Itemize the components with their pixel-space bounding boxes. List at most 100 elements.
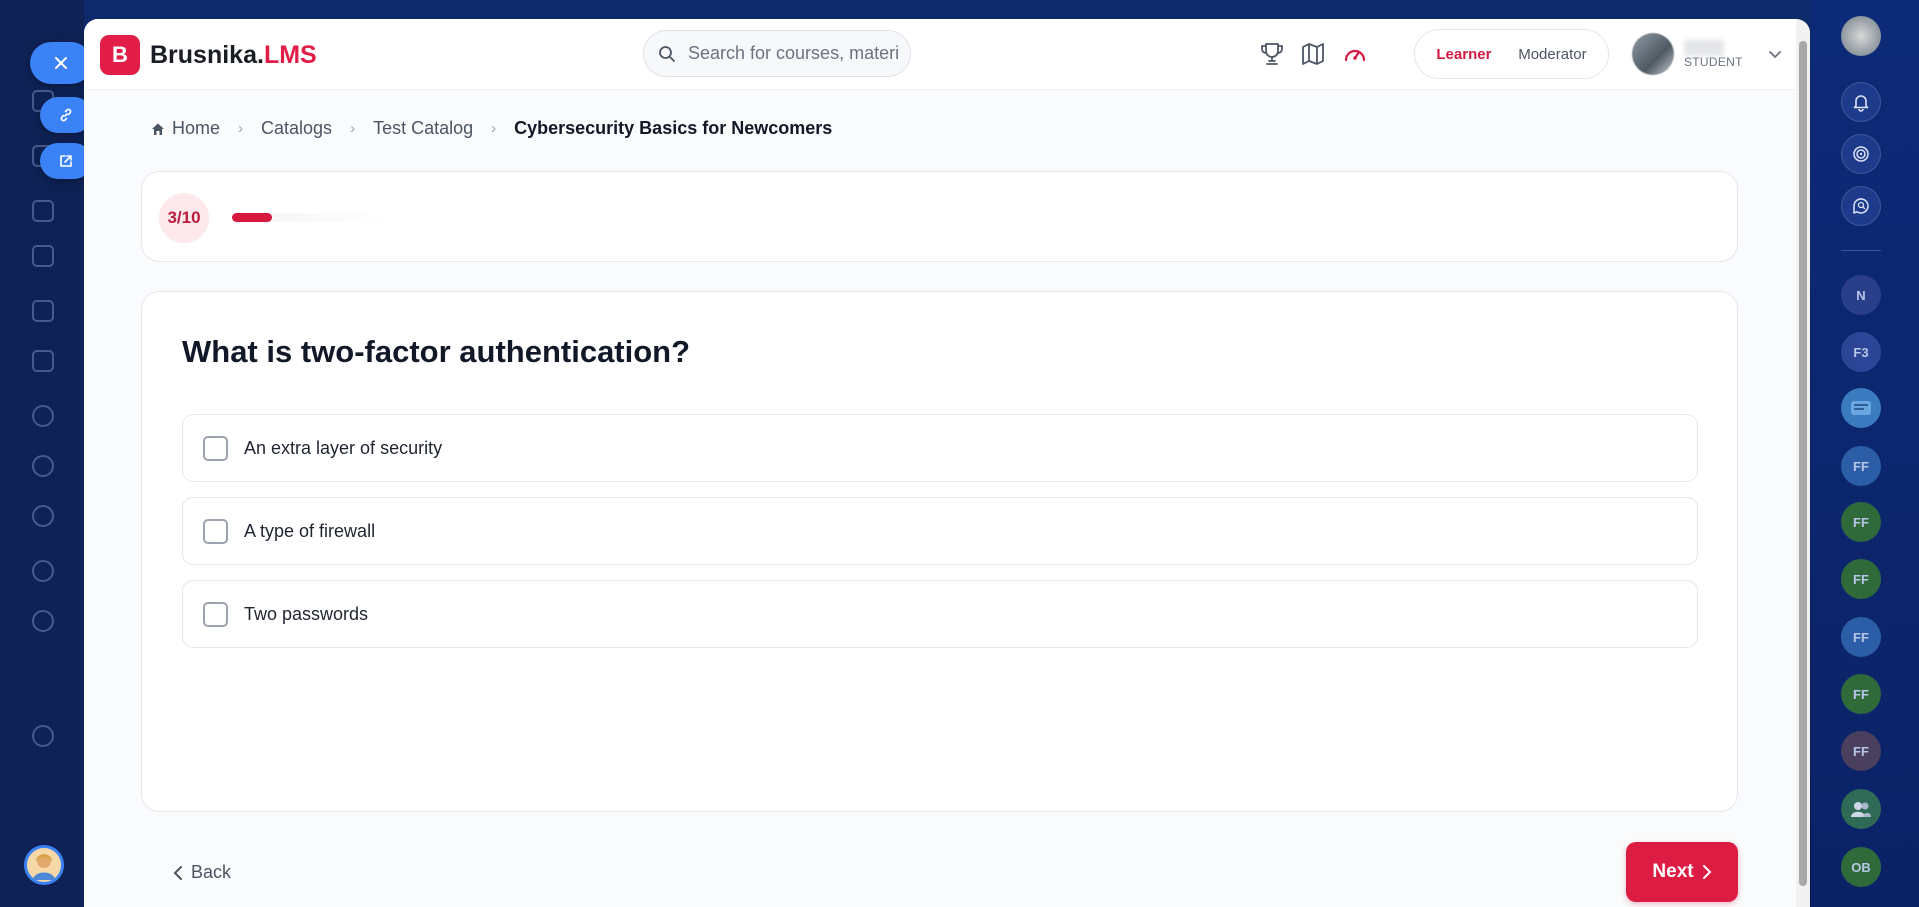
dim-sidebar-icon	[32, 560, 54, 582]
trophy-icon	[1261, 43, 1283, 65]
chevron-right-icon	[1702, 865, 1712, 879]
dashboard-button[interactable]	[1340, 39, 1370, 69]
fingerprint-icon	[1853, 146, 1869, 162]
breadcrumb-catalogs[interactable]: Catalogs	[261, 118, 332, 139]
chevron-down-icon	[1768, 46, 1781, 62]
chevron-left-icon	[173, 865, 182, 880]
dim-sidebar-icon	[32, 405, 54, 427]
rail-chat-ff[interactable]: FF	[1841, 446, 1881, 486]
user-name-blurred: ▒▒▒▒	[1684, 39, 1724, 55]
rail-group-button[interactable]	[1841, 789, 1881, 829]
home-icon	[152, 123, 164, 135]
background-sidebar	[0, 0, 84, 907]
rail-item-label: FF	[1853, 686, 1869, 702]
map-icon	[1302, 43, 1324, 65]
answer-checkbox[interactable]	[203, 601, 228, 627]
answer-option[interactable]: Two passwords	[182, 580, 1698, 648]
left-user-avatar[interactable]	[24, 845, 64, 885]
dim-sidebar-icon	[32, 725, 54, 747]
role-switch: Learner Moderator	[1414, 29, 1609, 79]
rail-chat-ff[interactable]: FF	[1841, 617, 1881, 657]
question-card: What is two-factor authentication? An ex…	[141, 291, 1738, 812]
rail-chat-n[interactable]: N	[1841, 275, 1881, 315]
external-link-icon	[60, 155, 72, 167]
brand-main: Brusnika.	[150, 41, 264, 69]
answer-checkbox[interactable]	[203, 518, 228, 544]
next-button[interactable]: Next	[1626, 842, 1738, 902]
scrollbar[interactable]	[1796, 19, 1810, 907]
lms-window: B Brusnika.LMS Learner Moderator ▒▒▒▒ ST…	[84, 19, 1810, 907]
rail-item-label: FF	[1853, 629, 1869, 645]
back-label: Back	[191, 862, 232, 882]
progress-bar-fill	[232, 213, 272, 222]
progress-bar	[232, 213, 392, 222]
breadcrumb-test-catalog[interactable]: Test Catalog	[373, 118, 473, 139]
breadcrumb-home[interactable]: Home	[151, 118, 220, 139]
breadcrumb-home-label: Home	[172, 118, 221, 138]
rail-chat-ff[interactable]: FF	[1841, 559, 1881, 599]
scrollbar-thumb[interactable]	[1799, 41, 1807, 886]
rail-chat-ob[interactable]: OB	[1841, 847, 1881, 887]
rail-notifications-button[interactable]	[1841, 82, 1881, 122]
rail-item-label: FF	[1853, 458, 1869, 474]
chevron-right-icon: ›	[491, 120, 497, 137]
right-rail: N F3 FF FF FF FF FF FF OB	[1811, 0, 1919, 907]
rail-chat-ff[interactable]: FF	[1841, 674, 1881, 714]
dim-sidebar-icon	[32, 455, 54, 477]
rail-item-label: FF	[1853, 743, 1869, 759]
brand-accent: LMS	[263, 41, 317, 69]
rail-item-label: OB	[1851, 859, 1871, 875]
logo-letter: B	[112, 42, 128, 67]
answer-option[interactable]: An extra layer of security	[182, 414, 1698, 482]
answer-label: A type of firewall	[244, 520, 376, 541]
close-icon	[55, 57, 67, 69]
question-title: What is two-factor authentication?	[182, 334, 691, 369]
dim-sidebar-icon	[32, 245, 54, 267]
rail-divider	[1841, 250, 1881, 251]
back-button[interactable]: Back	[173, 862, 231, 883]
chat-search-icon	[1853, 198, 1869, 214]
quiz-progress-card: 3/10	[141, 171, 1738, 262]
rail-item-label: N	[1856, 287, 1866, 303]
user-role: STUDENT	[1684, 55, 1743, 69]
rail-chat-f3[interactable]: F3	[1841, 332, 1881, 372]
close-overlay-button[interactable]	[30, 42, 92, 84]
bell-icon	[1853, 95, 1869, 112]
search-input[interactable]	[688, 43, 898, 64]
roadmap-button[interactable]	[1298, 39, 1328, 69]
rail-item-label: FF	[1853, 571, 1869, 587]
person-avatar-icon	[33, 854, 55, 880]
dim-sidebar-icon	[32, 505, 54, 527]
breadcrumb-current: Cybersecurity Basics for Newcomers	[514, 118, 833, 138]
brand-name[interactable]: Brusnika.LMS	[150, 41, 317, 70]
dim-sidebar-icon	[32, 610, 54, 632]
achievements-button[interactable]	[1257, 39, 1287, 69]
rail-item-label: F3	[1853, 344, 1869, 360]
rail-chat-search-button[interactable]	[1841, 186, 1881, 226]
user-menu[interactable]: ▒▒▒▒ STUDENT	[1632, 33, 1781, 75]
answer-label: An extra layer of security	[244, 437, 443, 458]
speedometer-icon	[1344, 49, 1366, 62]
top-bar: B Brusnika.LMS Learner Moderator ▒▒▒▒ ST…	[84, 19, 1796, 90]
user-avatar	[1632, 33, 1674, 75]
user-info: ▒▒▒▒ STUDENT	[1684, 39, 1743, 69]
rail-target-button[interactable]	[1841, 134, 1881, 174]
dim-sidebar-icon	[32, 200, 54, 222]
answer-option[interactable]: A type of firewall	[182, 497, 1698, 565]
rail-profile-avatar[interactable]	[1841, 16, 1881, 56]
question-counter-badge: 3/10	[159, 193, 209, 243]
logo-badge[interactable]: B	[100, 35, 140, 75]
search-icon	[659, 45, 675, 62]
rail-chat-image[interactable]	[1841, 388, 1881, 428]
chevron-right-icon: ›	[238, 120, 244, 137]
role-learner-tab[interactable]: Learner	[1436, 46, 1491, 63]
rail-chat-ff[interactable]: FF	[1841, 731, 1881, 771]
breadcrumb: Home › Catalogs › Test Catalog › Cyberse…	[151, 118, 832, 139]
dim-sidebar-icon	[32, 300, 54, 322]
rail-chat-ff[interactable]: FF	[1841, 502, 1881, 542]
role-moderator-tab[interactable]: Moderator	[1518, 46, 1586, 63]
next-label: Next	[1652, 861, 1694, 882]
answer-checkbox[interactable]	[203, 435, 228, 461]
dim-sidebar-icon	[32, 350, 54, 372]
rail-item-label: FF	[1853, 514, 1869, 530]
